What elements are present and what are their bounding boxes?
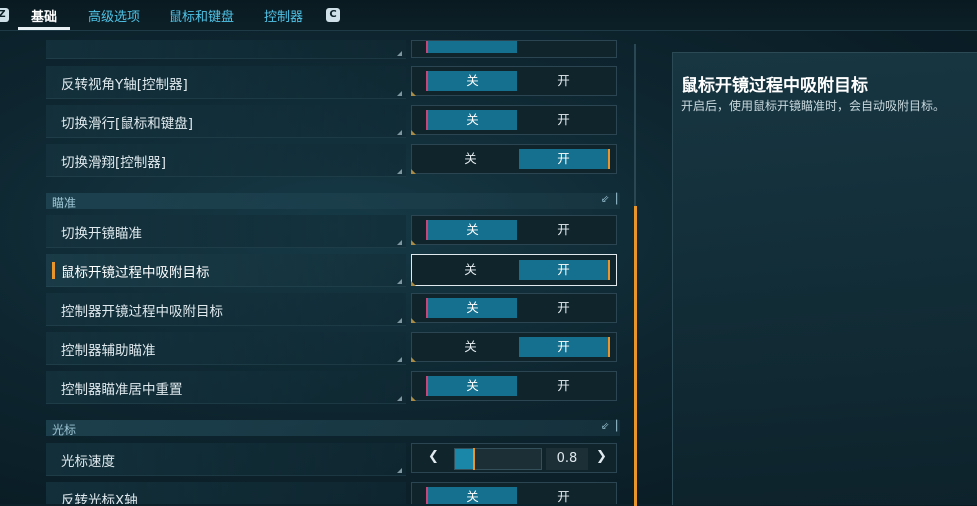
description-panel: 鼠标开镜过程中吸附目标 开启后，使用鼠标开镜瞄准时，会自动吸附目标。 xyxy=(672,52,977,505)
section-title: 光标 xyxy=(52,423,77,437)
description-title: 鼠标开镜过程中吸附目标 xyxy=(681,76,868,96)
selected-row-accent xyxy=(52,262,55,279)
toggle-off-option[interactable]: 关 xyxy=(426,487,517,504)
toggle-slide[interactable]: 关 开 xyxy=(411,105,617,135)
settings-row[interactable]: 切换开镜瞄准 xyxy=(46,215,406,248)
toggle-on-option[interactable]: 开 xyxy=(519,220,608,240)
toggle-on-option[interactable]: 开 xyxy=(519,110,608,130)
settings-row[interactable]: 光标速度 xyxy=(46,443,406,476)
toggle-controller-ads-snap[interactable]: 关 开 xyxy=(411,293,617,323)
toggle-off-option[interactable] xyxy=(426,41,517,53)
row-corner-marker xyxy=(397,357,402,362)
toggle-corner-marker xyxy=(411,91,416,96)
toggle-corner-marker xyxy=(411,357,416,362)
settings-row[interactable]: 反转光标X轴 xyxy=(46,482,406,504)
row-corner-marker xyxy=(397,51,402,56)
description-body: 开启后，使用鼠标开镜瞄准时，会自动吸附目标。 xyxy=(681,99,946,113)
section-header-cursor: 光标 ⇙▕ xyxy=(46,420,620,437)
toggle-corner-marker xyxy=(411,281,416,286)
toggle-partial[interactable] xyxy=(411,40,617,58)
toggle-aim-assist[interactable]: 关 开 xyxy=(411,332,617,362)
slider-value: 0.8 xyxy=(546,448,588,470)
toggle-corner-marker xyxy=(411,318,416,323)
row-corner-marker xyxy=(397,130,402,135)
row-corner-marker xyxy=(397,240,402,245)
collapse-icon[interactable]: ⇙▕ xyxy=(601,421,617,432)
settings-row-label: 控制器瞄准居中重置 xyxy=(61,382,183,398)
toggle-off-option[interactable]: 关 xyxy=(426,376,517,396)
slider-track[interactable] xyxy=(454,448,542,470)
toggle-invert-view-y[interactable]: 关 开 xyxy=(411,66,617,96)
slider-fill xyxy=(455,449,474,469)
row-corner-marker xyxy=(397,91,402,96)
settings-row-label: 反转视角Y轴[控制器] xyxy=(61,77,188,93)
settings-row[interactable]: 控制器辅助瞄准 xyxy=(46,332,406,365)
tab-controller[interactable]: 控制器 xyxy=(264,6,303,25)
settings-row[interactable]: 控制器开镜过程中吸附目标 xyxy=(46,293,406,326)
chevron-left-icon[interactable]: ❮ xyxy=(428,449,439,464)
settings-row[interactable]: 切换滑行[鼠标和键盘] xyxy=(46,105,406,138)
cursor-speed-slider[interactable]: ❮ 0.8 ❯ xyxy=(411,443,617,473)
settings-row-label: 控制器开镜过程中吸附目标 xyxy=(61,304,223,320)
row-corner-marker xyxy=(397,468,402,473)
toggle-mouse-ads-snap[interactable]: 关 开 xyxy=(411,254,617,286)
toggle-off-option[interactable]: 关 xyxy=(426,220,517,240)
toggle-aim-center-reset[interactable]: 关 开 xyxy=(411,371,617,401)
settings-row-label: 光标速度 xyxy=(61,454,115,470)
row-corner-marker xyxy=(397,318,402,323)
settings-row-label: 控制器辅助瞄准 xyxy=(61,343,156,359)
toggle-on-option[interactable]: 开 xyxy=(519,487,608,504)
settings-row-label: 切换滑行[鼠标和键盘] xyxy=(61,116,194,132)
c-key-icon: C xyxy=(326,8,340,22)
toggle-corner-marker xyxy=(411,240,416,245)
toggle-on-option[interactable]: 开 xyxy=(519,71,608,91)
settings-row[interactable]: 反转视角Y轴[控制器] xyxy=(46,66,406,99)
settings-row-label: 切换开镜瞄准 xyxy=(61,226,142,242)
toggle-corner-marker xyxy=(411,130,416,135)
toggle-ads-toggle[interactable]: 关 开 xyxy=(411,215,617,245)
collapse-icon[interactable]: ⇙▕ xyxy=(601,194,617,205)
row-corner-marker xyxy=(397,169,402,174)
settings-row-label: 鼠标开镜过程中吸附目标 xyxy=(61,265,210,281)
toggle-off-option[interactable]: 关 xyxy=(426,337,515,357)
tab-advanced[interactable]: 高级选项 xyxy=(88,6,140,25)
toggle-on-option[interactable]: 开 xyxy=(519,376,608,396)
toggle-off-option[interactable]: 关 xyxy=(426,260,515,280)
settings-row[interactable]: 控制器瞄准居中重置 xyxy=(46,371,406,404)
settings-row-label: 切换滑翔[控制器] xyxy=(61,155,167,171)
row-corner-marker xyxy=(397,279,402,284)
settings-list: 反转视角Y轴[控制器] 关 开 切换滑行[鼠标和键盘] 关 开 切换滑翔[控制器… xyxy=(46,30,624,504)
tab-basic[interactable]: 基础 xyxy=(31,6,57,25)
row-corner-marker xyxy=(397,396,402,401)
toggle-on-option[interactable]: 开 xyxy=(519,337,610,357)
chevron-right-icon[interactable]: ❯ xyxy=(596,449,607,464)
settings-row[interactable]: 切换滑翔[控制器] xyxy=(46,144,406,177)
toggle-corner-marker xyxy=(411,169,416,174)
toggle-on-option[interactable]: 开 xyxy=(519,298,608,318)
settings-row-partial[interactable] xyxy=(46,40,406,59)
toggle-glide[interactable]: 关 开 xyxy=(411,144,617,174)
slider-handle[interactable] xyxy=(472,448,475,470)
z-key-icon: Z xyxy=(0,8,9,22)
toggle-corner-marker xyxy=(411,396,416,401)
section-title: 瞄准 xyxy=(52,196,77,210)
settings-row-label: 反转光标X轴 xyxy=(61,493,138,504)
section-header-aim: 瞄准 ⇙▕ xyxy=(46,193,620,210)
settings-row-selected[interactable]: 鼠标开镜过程中吸附目标 xyxy=(46,254,406,287)
toggle-off-option[interactable]: 关 xyxy=(426,71,517,91)
toggle-invert-cursor-x[interactable]: 关 开 xyxy=(411,482,617,504)
toggle-on-option[interactable]: 开 xyxy=(519,149,610,169)
toggle-off-option[interactable]: 关 xyxy=(426,149,515,169)
tab-mouse-keyboard[interactable]: 鼠标和键盘 xyxy=(169,6,234,25)
toggle-off-option[interactable]: 关 xyxy=(426,110,517,130)
toggle-off-option[interactable]: 关 xyxy=(426,298,517,318)
scrollbar-thumb[interactable] xyxy=(634,206,637,506)
toggle-on-option[interactable]: 开 xyxy=(519,260,610,280)
top-tab-bar: Z 基础 高级选项 鼠标和键盘 控制器 C xyxy=(0,0,977,31)
scrollbar[interactable] xyxy=(634,44,637,506)
